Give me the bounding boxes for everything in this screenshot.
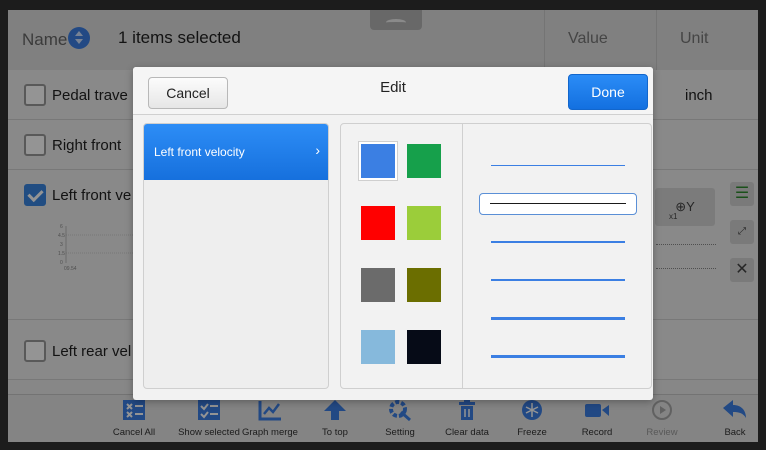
- color-swatch[interactable]: [361, 268, 395, 302]
- list-item-left-front-velocity[interactable]: Left front velocity ›: [144, 124, 328, 180]
- device-screen: Name 1 items selected Value Unit Pedal t…: [8, 10, 758, 442]
- list-item-label: Left front velocity: [154, 145, 245, 159]
- line-style-thick[interactable]: [491, 355, 625, 358]
- line-style-medium[interactable]: [491, 279, 625, 281]
- color-swatch[interactable]: [407, 330, 441, 364]
- color-swatch[interactable]: [361, 330, 395, 364]
- edit-dialog: Cancel Edit Done Left front velocity ›: [133, 67, 653, 400]
- line-style-thin[interactable]: [491, 165, 625, 166]
- color-swatch[interactable]: [407, 206, 441, 240]
- line-style-selected[interactable]: [479, 193, 637, 215]
- panel-divider: [462, 124, 463, 388]
- done-button[interactable]: Done: [568, 74, 648, 110]
- parameter-list: Left front velocity ›: [143, 123, 329, 389]
- color-swatch[interactable]: [407, 268, 441, 302]
- line-style-thick[interactable]: [491, 317, 625, 320]
- dialog-header: Cancel Edit Done: [133, 67, 653, 115]
- chevron-right-icon: ›: [315, 142, 320, 158]
- line-preview: [490, 203, 626, 204]
- color-swatch[interactable]: [407, 144, 441, 178]
- style-panel: [340, 123, 652, 389]
- color-swatch-selected[interactable]: [359, 142, 397, 180]
- color-swatch[interactable]: [361, 206, 395, 240]
- line-style-medium[interactable]: [491, 241, 625, 243]
